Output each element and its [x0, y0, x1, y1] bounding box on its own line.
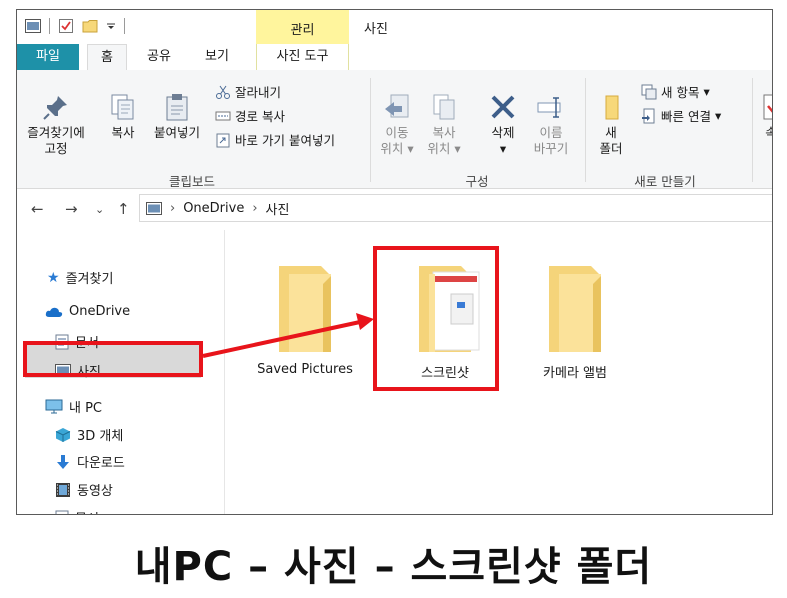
caption-text: 내PC – 사진 – 스크린샷 폴더: [134, 544, 653, 590]
arrow-annotation: [202, 313, 374, 358]
